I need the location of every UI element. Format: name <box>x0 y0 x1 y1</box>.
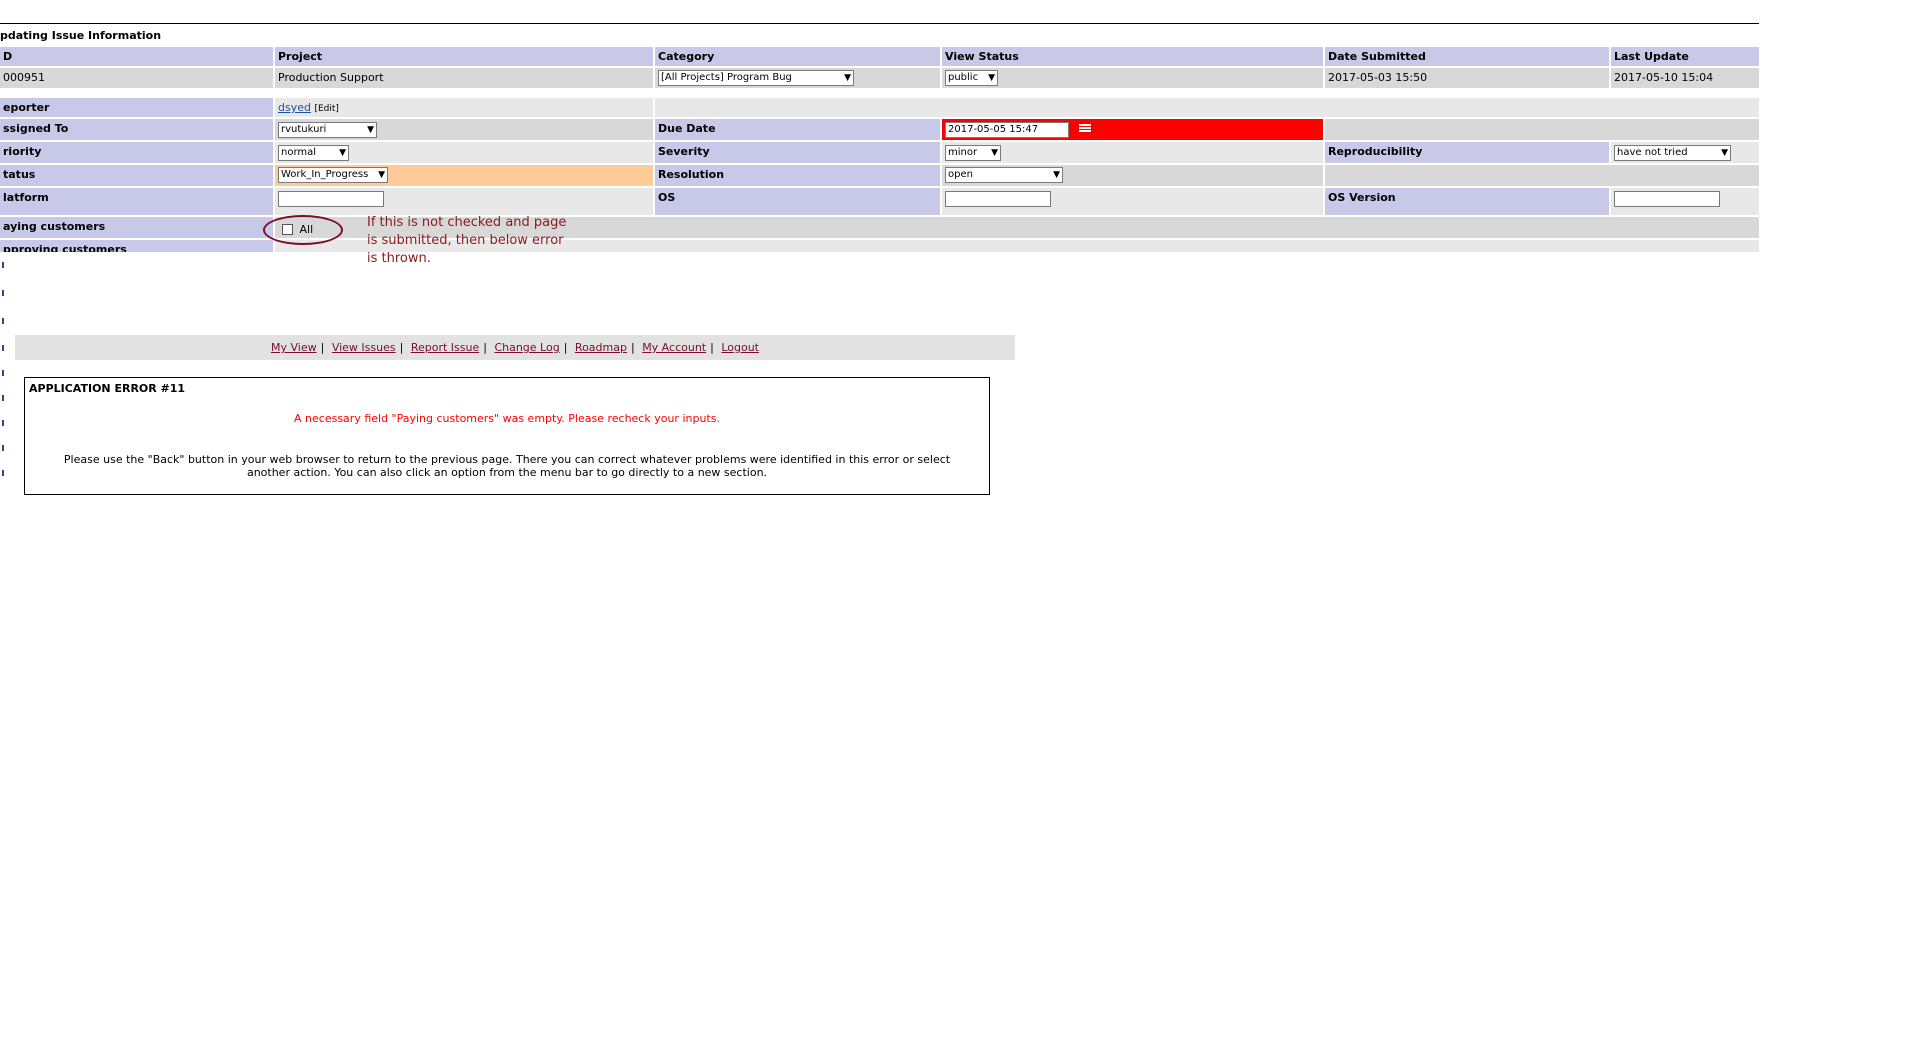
assigned-to-label: ssigned To <box>0 119 273 140</box>
error-message: A necessary field "Paying customers" was… <box>294 412 720 425</box>
assigned-to-select[interactable]: rvutukuri ▼ <box>278 122 377 138</box>
priority-select[interactable]: normal ▼ <box>278 145 349 161</box>
edge-fragment <box>2 420 4 426</box>
due-date-cell: 2017-05-05 15:47 <box>942 119 1323 140</box>
menu-my-account[interactable]: My Account <box>642 341 706 354</box>
chevron-down-icon: ▼ <box>378 170 385 180</box>
reporter-link[interactable]: dsyed <box>278 101 311 114</box>
edge-fragment <box>2 395 4 401</box>
project-value: Production Support <box>275 68 653 88</box>
update-issue-form: pdating Issue Information D Project Cate… <box>0 0 1759 252</box>
severity-select[interactable]: minor ▼ <box>945 145 1001 161</box>
status-select[interactable]: Work_In_Progress ▼ <box>278 167 388 183</box>
menu-logout[interactable]: Logout <box>721 341 759 354</box>
os-label: OS <box>655 188 940 215</box>
menu-change-log[interactable]: Change Log <box>494 341 559 354</box>
os-input[interactable] <box>945 191 1051 207</box>
resolution-label: Resolution <box>655 165 940 186</box>
top-divider <box>0 23 1759 24</box>
category-cell: [All Projects] Program Bug ▼ <box>655 68 940 88</box>
priority-label: riority <box>0 142 273 163</box>
date-submitted-value: 2017-05-03 15:50 <box>1325 68 1609 88</box>
chevron-down-icon: ▼ <box>991 148 998 158</box>
edge-fragment <box>2 370 4 376</box>
reproducibility-label: Reproducibility <box>1325 142 1609 163</box>
chevron-down-icon: ▼ <box>367 125 374 135</box>
platform-label: latform <box>0 188 273 215</box>
header-category: Category <box>655 47 940 66</box>
resolution-cell: open ▼ <box>942 165 1323 186</box>
approving-customers-label: pproving customers <box>0 240 273 252</box>
due-date-label: Due Date <box>655 119 940 140</box>
form-title: pdating Issue Information <box>0 29 162 42</box>
status-label: tatus <box>0 165 273 186</box>
reporter-cell: dsyed [Edit] <box>275 98 653 117</box>
error-help-text: Please use the "Back" button in your web… <box>63 453 951 479</box>
os-version-input[interactable] <box>1614 191 1720 207</box>
menu-my-view[interactable]: My View <box>271 341 317 354</box>
spacer <box>0 89 1759 95</box>
error-title: APPLICATION ERROR #11 <box>29 382 186 395</box>
chevron-down-icon: ▼ <box>988 73 995 83</box>
assigned-row-fill <box>1325 119 1759 140</box>
menu-view-issues[interactable]: View Issues <box>332 341 396 354</box>
header-date-submitted: Date Submitted <box>1325 47 1609 66</box>
chevron-down-icon: ▼ <box>844 73 851 83</box>
chevron-down-icon: ▼ <box>1721 148 1728 158</box>
chevron-down-icon: ▼ <box>339 148 346 158</box>
annotation-text: If this is not checked and page is submi… <box>367 215 567 266</box>
menu-separator: | <box>630 341 635 354</box>
category-select[interactable]: [All Projects] Program Bug ▼ <box>658 70 854 86</box>
menu-separator: | <box>563 341 568 354</box>
header-id: D <box>0 47 273 66</box>
paying-customers-label: aying customers <box>0 217 273 238</box>
edge-fragment <box>2 262 4 268</box>
os-version-cell <box>1611 188 1759 215</box>
reproducibility-select[interactable]: have not tried ▼ <box>1614 145 1731 161</box>
priority-cell: normal ▼ <box>275 142 653 163</box>
menu-separator: | <box>483 341 487 354</box>
os-version-label: OS Version <box>1325 188 1609 215</box>
status-cell: Work_In_Progress ▼ <box>275 165 653 186</box>
view-status-cell: public ▼ <box>942 68 1323 88</box>
edge-fragment <box>2 318 4 324</box>
menu-separator: | <box>710 341 714 354</box>
menu-separator: | <box>320 341 325 354</box>
last-update-value: 2017-05-10 15:04 <box>1611 68 1759 88</box>
menu-report-issue[interactable]: Report Issue <box>411 341 479 354</box>
reporter-label: eporter <box>0 98 273 117</box>
application-error-box: APPLICATION ERROR #11 A necessary field … <box>24 377 990 495</box>
severity-label: Severity <box>655 142 940 163</box>
due-date-input[interactable]: 2017-05-05 15:47 <box>945 122 1069 138</box>
os-cell <box>942 188 1323 215</box>
platform-input[interactable] <box>278 191 384 207</box>
edge-fragment <box>2 290 4 296</box>
highlight-oval <box>263 215 343 245</box>
header-project: Project <box>275 47 653 66</box>
reporter-edit-link[interactable]: [Edit] <box>314 104 338 114</box>
menu-bar: My View | View Issues | Report Issue | Chan… <box>15 335 1015 360</box>
edge-fragment <box>2 345 4 351</box>
chevron-down-icon: ▼ <box>1053 170 1060 180</box>
assigned-to-cell: rvutukuri ▼ <box>275 119 653 140</box>
edge-fragment <box>2 470 4 476</box>
severity-cell: minor ▼ <box>942 142 1323 163</box>
reporter-row-fill <box>655 98 1759 117</box>
calendar-icon[interactable] <box>1078 124 1091 132</box>
header-view-status: View Status <box>942 47 1323 66</box>
menu-roadmap[interactable]: Roadmap <box>575 341 627 354</box>
view-status-select[interactable]: public ▼ <box>945 70 998 86</box>
resolution-select[interactable]: open ▼ <box>945 167 1063 183</box>
header-last-update: Last Update <box>1611 47 1759 66</box>
menu-separator: | <box>399 341 404 354</box>
reproducibility-cell: have not tried ▼ <box>1611 142 1759 163</box>
edge-fragment <box>2 445 4 451</box>
status-row-fill <box>1325 165 1759 186</box>
issue-id: 000951 <box>0 68 273 88</box>
platform-cell <box>275 188 653 215</box>
